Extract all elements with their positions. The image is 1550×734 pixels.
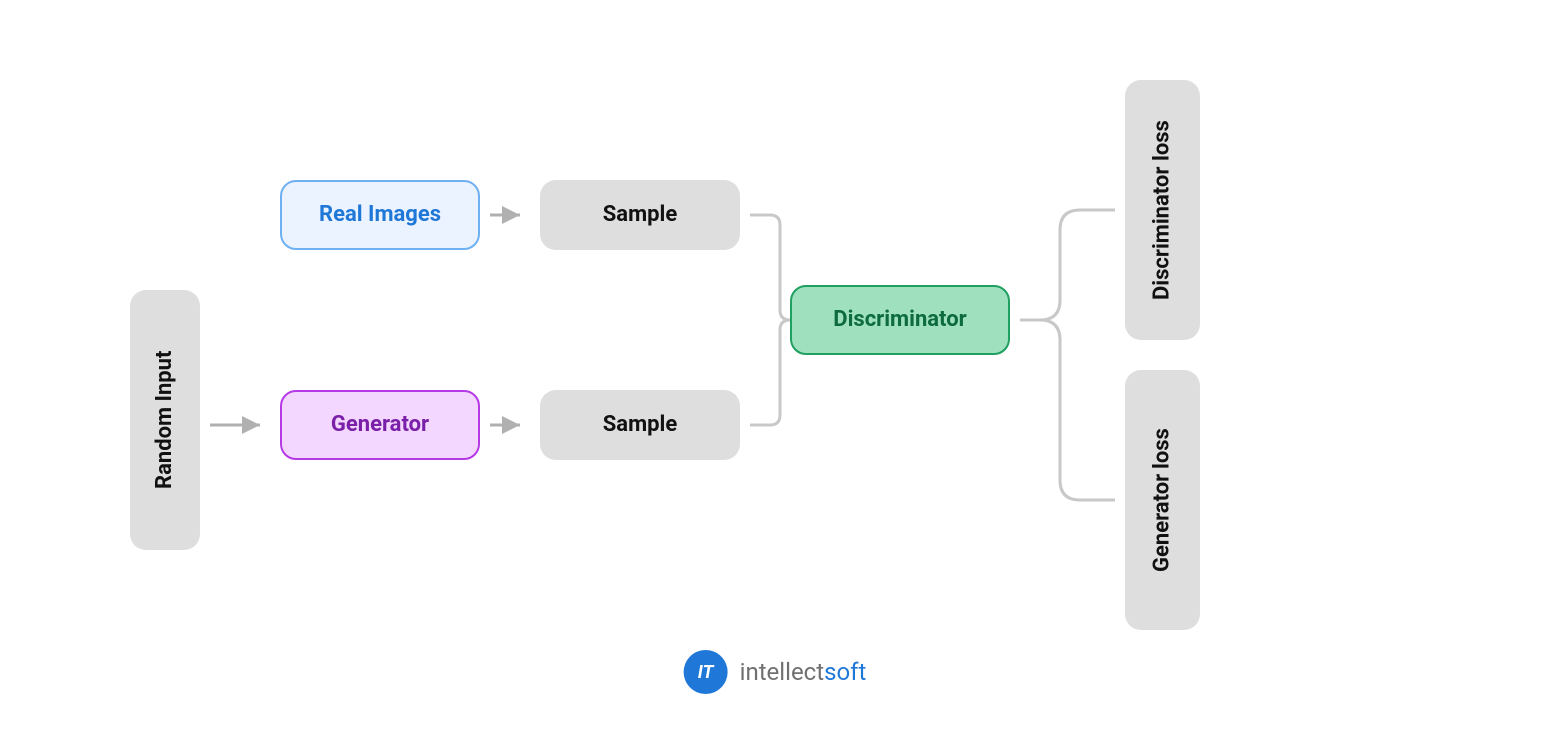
node-sample-bottom: Sample	[540, 390, 740, 460]
node-discriminator: Discriminator	[790, 285, 1010, 355]
arrow-generator-to-sample	[485, 410, 535, 440]
node-real-images: Real Images	[280, 180, 480, 250]
disc-loss-line1: Discriminator	[1149, 166, 1175, 299]
node-sample-top: Sample	[540, 180, 740, 250]
node-generator: Generator	[280, 390, 480, 460]
node-generator-loss: Generator loss	[1125, 370, 1200, 630]
node-random-input: Random Input	[130, 290, 200, 550]
logo-badge-icon: IT	[684, 650, 728, 694]
node-discriminator-loss: Discriminator loss	[1125, 80, 1200, 340]
gen-loss-line2: loss	[1149, 428, 1175, 469]
merge-samples-to-discriminator	[745, 200, 795, 440]
arrow-realimages-to-sample	[485, 200, 535, 230]
footer-logo: IT intellectsoft	[684, 650, 867, 694]
split-discriminator-to-losses	[1015, 195, 1125, 515]
arrow-random-to-generator	[205, 410, 275, 440]
logo-text: intellectsoft	[740, 658, 867, 686]
gen-loss-line1: Generator	[1149, 474, 1175, 572]
disc-loss-line2: loss	[1149, 120, 1175, 161]
logo-badge-text: IT	[698, 662, 714, 683]
logo-suffix: soft	[824, 658, 866, 686]
logo-prefix: intellect	[740, 658, 824, 686]
